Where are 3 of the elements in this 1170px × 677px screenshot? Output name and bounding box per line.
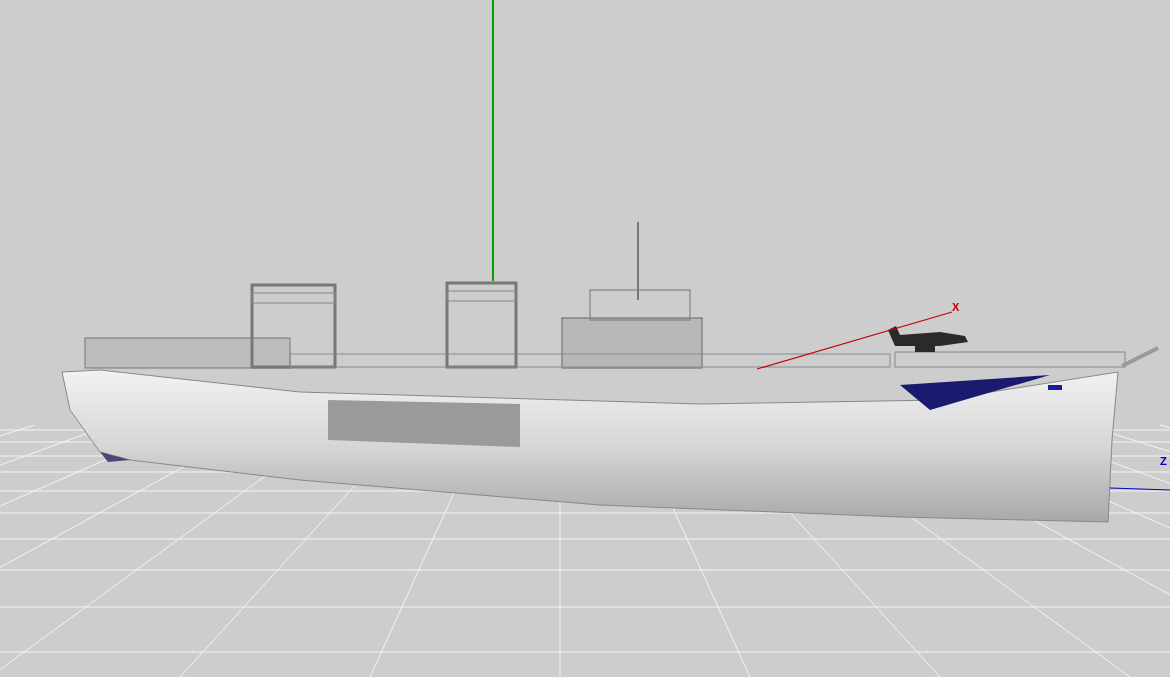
axis-label: Z: [1160, 455, 1167, 467]
axis-label: X: [952, 301, 960, 313]
z-axis: [1109, 487, 1170, 491]
